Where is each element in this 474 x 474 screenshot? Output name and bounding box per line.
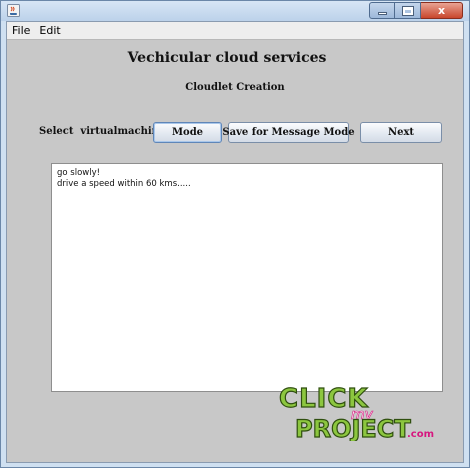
- next-button[interactable]: Next: [360, 122, 442, 143]
- clickmyproject-logo: CLICK my PROJECT .com: [273, 381, 443, 441]
- page-subtitle: Cloudlet Creation: [185, 82, 285, 93]
- close-button[interactable]: x: [421, 2, 463, 19]
- minimize-button[interactable]: [369, 2, 395, 19]
- page-title: Vechicular cloud services: [127, 50, 327, 66]
- java-app-icon: [7, 4, 20, 17]
- maximize-icon: [401, 5, 414, 16]
- close-icon: x: [437, 4, 446, 17]
- application-window: x File Edit Vechicular cloud services Cl…: [0, 0, 470, 468]
- mode-button[interactable]: Mode: [153, 122, 222, 143]
- minimize-icon: [377, 12, 387, 15]
- message-text-area[interactable]: go slowly! drive a speed within 60 kms..…: [51, 163, 443, 392]
- menu-file[interactable]: File: [7, 23, 34, 39]
- menu-edit[interactable]: Edit: [34, 23, 64, 39]
- title-bar[interactable]: x: [1, 1, 469, 21]
- select-vm-label: Select virtualmachine: [39, 126, 166, 137]
- maximize-button[interactable]: [395, 2, 421, 19]
- save-message-mode-button[interactable]: Save for Message Mode: [222, 122, 355, 143]
- menu-bar: File Edit: [7, 22, 463, 40]
- window-controls: x: [369, 2, 463, 19]
- logo-text-project: PROJECT: [295, 415, 411, 441]
- logo-text-com: .com: [407, 429, 434, 440]
